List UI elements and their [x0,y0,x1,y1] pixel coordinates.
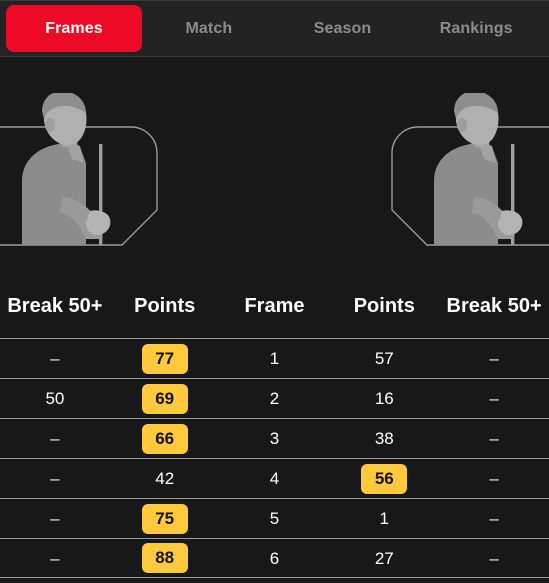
cell-value: – [50,509,60,528]
table-cell: – [439,350,549,367]
table-cell: – [439,470,549,487]
cell-value: 57 [374,349,394,368]
highlight-badge: 66 [141,423,188,454]
table-cell: – [0,430,110,447]
table-body: – 77 1 57 – 50 69 2 16 – – 66 3 38 – – 42 4 56 – – 75 5 1 – – 88 6 2… [0,338,549,578]
players-strip [0,57,549,275]
frames-stats-screen: Frames Match Season Rankings Break 50+ P… [0,0,549,583]
cell-value: – [50,469,60,488]
cell-value: 16 [374,389,394,408]
table-cell: 66 [110,423,220,454]
table-cell: 38 [329,430,439,447]
tab-bar: Frames Match Season Rankings [0,0,549,57]
cell-value: – [489,389,499,408]
table-cell: 56 [329,463,439,494]
player-avatar-right[interactable] [388,93,549,275]
highlight-badge: 75 [141,503,188,534]
highlight-badge: 56 [361,463,408,494]
tab-rankings[interactable]: Rankings [409,5,543,52]
table-cell: 77 [110,343,220,374]
cell-value: 50 [45,389,65,408]
table-cell: 27 [329,550,439,567]
cell-value: 6 [269,548,280,568]
table-row: – 77 1 57 – [0,338,549,378]
table-row: – 66 3 38 – [0,418,549,458]
tab-frames[interactable]: Frames [6,5,142,52]
highlight-badge: 88 [141,543,188,573]
cell-value: 1 [379,509,390,528]
table-cell: 69 [110,383,220,414]
table-cell: – [0,510,110,527]
highlight-badge: 69 [141,383,188,414]
cell-value: 5 [269,509,280,528]
cell-value: 1 [269,349,280,368]
table-cell: 16 [329,390,439,407]
table-cell: – [439,550,549,567]
cell-value: – [489,469,499,488]
cell-value: 4 [269,469,280,488]
cell-value: – [489,349,499,368]
cell-value: – [50,349,60,368]
table-cell: – [0,350,110,367]
column-header: Points [134,295,196,317]
table-cell: 57 [329,350,439,367]
cell-value: 27 [374,548,394,568]
tab-season[interactable]: Season [276,5,410,52]
cell-value: 38 [374,429,394,448]
table-row: – 42 4 56 – [0,458,549,498]
cell-value: – [489,429,499,448]
table-cell: 88 [110,543,220,573]
table-cell: – [0,470,110,487]
cell-value: – [489,509,499,528]
table-cell: 50 [0,390,110,407]
table-header-row: Break 50+ Points Frame Points Break 50+ [0,275,549,338]
player-avatar-left[interactable] [0,93,161,275]
table-cell: 6 [220,550,330,567]
column-header: Break 50+ [7,295,103,317]
cell-value: 2 [269,389,280,408]
table-cell: – [0,550,110,567]
column-header: Points [353,295,415,317]
table-row: 50 69 2 16 – [0,378,549,418]
column-header: Break 50+ [446,295,542,317]
cell-value: 42 [155,469,175,488]
table-cell: 5 [220,510,330,527]
column-header: Frame [244,295,305,317]
table-cell: 2 [220,390,330,407]
highlight-badge: 77 [141,343,188,374]
cell-value: 3 [269,429,280,448]
table-cell: 4 [220,470,330,487]
cell-value: – [50,548,60,568]
table-cell: 1 [220,350,330,367]
frames-stats-table: Break 50+ Points Frame Points Break 50+ – 77 1… [0,275,549,578]
table-cell: – [439,510,549,527]
table-row: – 88 6 27 – [0,538,549,578]
table-row: – 75 5 1 – [0,498,549,538]
table-cell: – [439,390,549,407]
table-cell: 3 [220,430,330,447]
table-cell: 1 [329,510,439,527]
tab-match[interactable]: Match [142,5,276,52]
cell-value: – [489,548,499,568]
table-cell: 42 [110,470,220,487]
cell-value: – [50,429,60,448]
table-cell: – [439,430,549,447]
table-cell: 75 [110,503,220,534]
